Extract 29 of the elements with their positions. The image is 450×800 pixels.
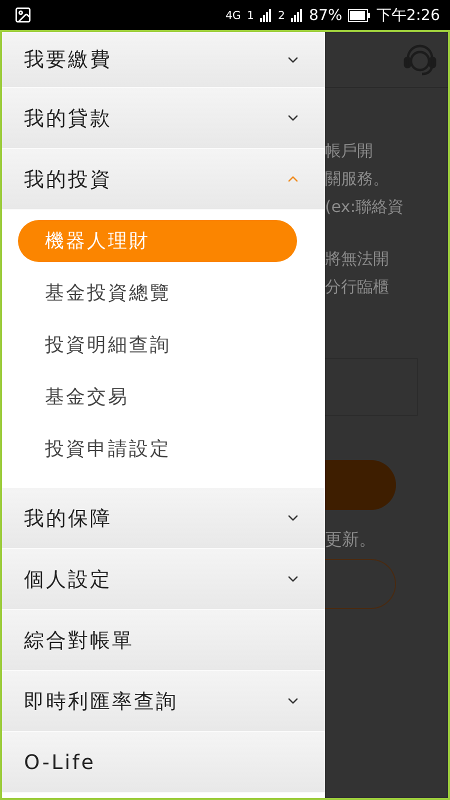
battery-icon: [348, 8, 370, 22]
sim-label: 2: [278, 8, 285, 22]
network-label: 4G: [225, 8, 241, 22]
image-icon: [14, 6, 32, 24]
update-note: 更新。: [325, 529, 377, 551]
sim-label: 1: [246, 8, 254, 22]
menu-item[interactable]: 個人設定: [2, 549, 325, 610]
submenu-item[interactable]: 基金交易: [18, 376, 297, 418]
menu-item[interactable]: 我的貸款: [2, 88, 325, 149]
menu-item[interactable]: 我的投資: [2, 149, 325, 210]
signal-icon: [260, 8, 272, 22]
submenu-item[interactable]: 基金投資總覽: [18, 272, 297, 314]
menu-item[interactable]: O-Life: [2, 732, 325, 793]
body-text: 將無法開: [325, 248, 390, 270]
body-text: 關服務。: [325, 168, 390, 190]
outline-button[interactable]: [325, 559, 396, 609]
menu-item[interactable]: 綜合對帳單: [2, 610, 325, 671]
menu-item[interactable]: 我要繳費: [2, 32, 325, 88]
menu-item[interactable]: 我的保障: [2, 488, 325, 549]
clock-time: 下午2:26: [376, 6, 440, 24]
body-text: 帳戶開: [325, 140, 374, 162]
signal-icon: [290, 8, 303, 22]
menu-item[interactable]: 即時利匯率查詢: [2, 671, 325, 732]
body-text: (ex:聯絡資: [325, 196, 405, 218]
primary-button[interactable]: [325, 460, 396, 510]
body-text: 分行臨櫃: [325, 276, 390, 298]
battery-percent: 87%: [308, 6, 342, 24]
submenu-item[interactable]: 投資明細查詢: [18, 324, 297, 366]
submenu-item[interactable]: 投資申請設定: [18, 428, 297, 470]
